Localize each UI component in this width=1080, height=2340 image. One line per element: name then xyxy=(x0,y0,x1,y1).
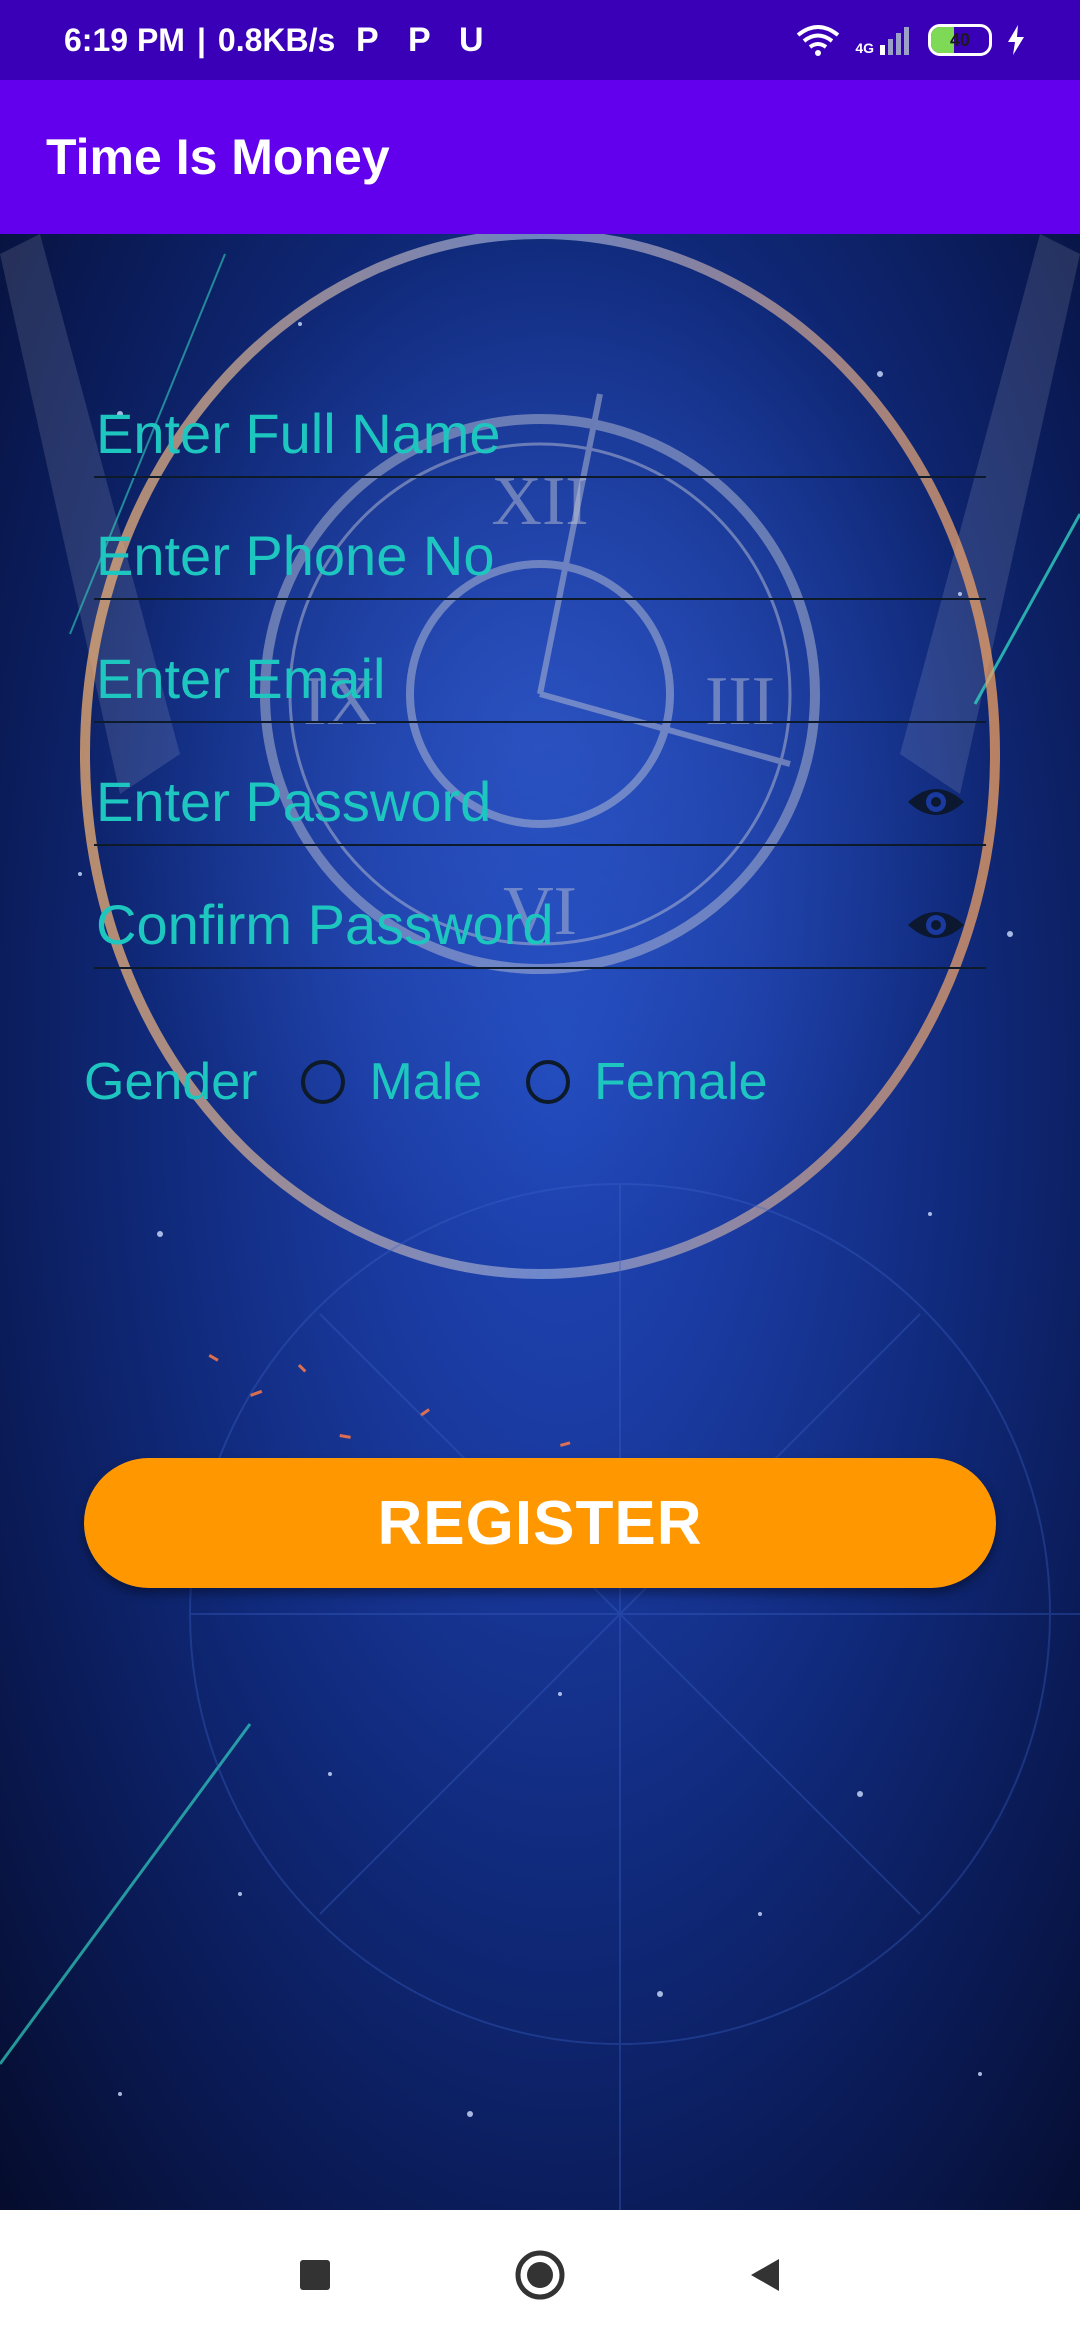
recents-button[interactable] xyxy=(255,2210,375,2340)
status-bar: 6:19 PM | 0.8KB/s P P U 4G 40 xyxy=(0,0,1080,80)
phone-hint: Enter Phone No xyxy=(96,524,495,587)
male-radio[interactable] xyxy=(301,1060,346,1104)
notification-icon-p2: P xyxy=(407,20,431,59)
charging-icon xyxy=(1008,25,1024,55)
wifi-icon xyxy=(797,25,840,56)
female-radio[interactable] xyxy=(526,1060,571,1104)
network-type-label: 4G xyxy=(855,40,874,56)
status-left: 6:19 PM | 0.8KB/s P P U xyxy=(64,0,491,80)
confirm-password-visibility-toggle-icon[interactable] xyxy=(906,905,966,945)
register-button[interactable]: REGISTER xyxy=(84,1458,996,1588)
notification-icon-u: U xyxy=(459,20,484,59)
status-right: 4G 40 xyxy=(795,0,1026,80)
password-visibility-toggle-icon[interactable] xyxy=(906,782,966,822)
phone-input[interactable]: Enter Phone No xyxy=(94,498,986,600)
female-label: Female xyxy=(594,1053,768,1111)
gender-option-female[interactable]: Female xyxy=(526,1052,768,1112)
cellular-signal: 4G xyxy=(855,25,914,55)
registration-screen: XII III VI IX Enter Full Name Enter Phon… xyxy=(0,234,1080,2210)
full-name-input[interactable]: Enter Full Name xyxy=(94,376,986,478)
password-input[interactable]: Enter Password xyxy=(94,744,986,846)
battery-level: 40 xyxy=(949,29,971,50)
gender-option-male[interactable]: Male xyxy=(301,1052,482,1112)
app-bar: Time Is Money xyxy=(0,80,1080,234)
system-nav-bar xyxy=(0,2210,1080,2340)
email-hint: Enter Email xyxy=(96,647,386,710)
confirm-password-input[interactable]: Confirm Password xyxy=(94,867,986,969)
back-button[interactable] xyxy=(705,2210,825,2340)
notification-icon-p1: P xyxy=(355,20,379,59)
home-button[interactable] xyxy=(480,2210,600,2340)
password-hint: Enter Password xyxy=(96,770,492,833)
gender-selector: Gender Male Female xyxy=(84,1042,768,1122)
full-name-hint: Enter Full Name xyxy=(96,402,501,465)
male-label: Male xyxy=(369,1053,483,1111)
status-time: 6:19 PM xyxy=(64,21,185,58)
app-title: Time Is Money xyxy=(46,129,390,185)
circle-home-icon xyxy=(515,2250,565,2300)
status-net-speed: 0.8KB/s xyxy=(217,21,336,58)
gender-label: Gender xyxy=(84,1053,258,1111)
confirm-password-hint: Confirm Password xyxy=(96,893,554,956)
battery-indicator: 40 xyxy=(928,24,992,56)
signal-bars-icon xyxy=(880,27,909,55)
email-input[interactable]: Enter Email xyxy=(94,621,986,723)
square-icon xyxy=(300,2260,330,2290)
status-separator: | xyxy=(196,21,206,58)
triangle-back-icon xyxy=(751,2259,779,2291)
